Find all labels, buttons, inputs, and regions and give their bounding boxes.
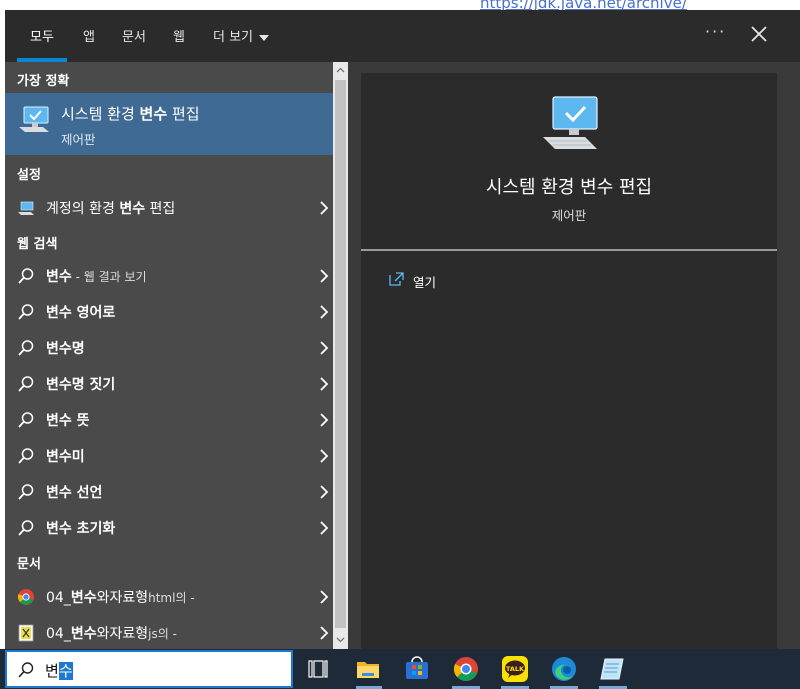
chevron-down-icon (259, 34, 270, 41)
notepad-icon[interactable] (597, 653, 629, 685)
search-query: 변수 (45, 662, 73, 680)
chevron-right-icon (320, 377, 329, 391)
web-result-item[interactable]: 변수 뜻 (5, 402, 333, 436)
web-result-label: 변수 영어로 (46, 305, 116, 321)
settings-item[interactable]: 계정의 환경 변수 편집 (5, 190, 333, 224)
web-result-item[interactable]: 변수 초기화 (5, 510, 333, 544)
monitor-icon (18, 201, 34, 215)
results-list: 가장 정확 시스템 환경 변수 편집 제어판 설정 계정의 환경 변수 편집 웹… (5, 62, 333, 649)
scroll-down-icon[interactable] (336, 635, 345, 644)
detail-divider (361, 249, 777, 251)
chevron-right-icon (320, 626, 329, 640)
web-result-label: 변수 뜻 (46, 413, 90, 429)
search-panel: 모두 앱 문서 웹 더 보기 ··· 가장 정확 시스템 환경 변수 편집 제어… (5, 10, 800, 649)
web-result-item[interactable]: 변수명 (5, 330, 333, 364)
search-input[interactable]: 변수 (5, 650, 293, 688)
document-result-label: 04_변수와자료형js의 - (46, 626, 177, 642)
file-explorer-icon[interactable] (352, 653, 384, 685)
monitor-icon (19, 106, 49, 132)
best-match-title: 시스템 환경 변수 편집 (61, 105, 200, 123)
taskbar: 변수 TALK (0, 649, 800, 689)
chevron-right-icon (320, 305, 329, 319)
web-result-item[interactable]: 변수 선언 (5, 474, 333, 508)
web-result-label: 변수명 짓기 (46, 377, 116, 393)
chevron-right-icon (320, 449, 329, 463)
open-icon (389, 272, 404, 286)
search-icon (18, 340, 34, 356)
chevron-right-icon (320, 590, 329, 604)
web-result-item[interactable]: 변수 - 웹 결과 보기 (5, 258, 333, 292)
chrome-icon (18, 589, 34, 605)
best-match-item[interactable]: 시스템 환경 변수 편집 제어판 (5, 93, 333, 155)
search-icon (18, 412, 34, 428)
chevron-right-icon (320, 521, 329, 535)
web-result-label: 변수 초기화 (46, 521, 116, 537)
web-result-item[interactable]: 변수명 짓기 (5, 366, 333, 400)
document-result-label: 04_변수와자료형html의 - (46, 590, 195, 606)
web-result-item[interactable]: 변수미 (5, 438, 333, 472)
open-action[interactable]: 열기 (383, 269, 583, 291)
web-result-item[interactable]: 변수 영어로 (5, 294, 333, 328)
chevron-right-icon (320, 269, 329, 283)
search-icon (18, 520, 34, 536)
chevron-right-icon (320, 485, 329, 499)
chevron-right-icon (320, 413, 329, 427)
tab-documents[interactable]: 문서 (122, 26, 146, 45)
scroll-up-icon[interactable] (336, 66, 345, 75)
detail-subtitle: 제어판 (551, 208, 587, 223)
web-result-label: 변수 - 웹 결과 보기 (46, 269, 147, 285)
best-match-subtitle: 제어판 (61, 132, 96, 147)
edge-icon[interactable] (548, 653, 580, 685)
detail-pane: 시스템 환경 변수 편집 제어판 열기 (361, 73, 777, 649)
web-result-label: 변수 선언 (46, 485, 103, 501)
microsoft-store-icon[interactable] (401, 653, 433, 685)
search-icon (18, 662, 34, 678)
js-file-icon (18, 624, 34, 642)
scrollbar-thumb[interactable] (335, 80, 346, 628)
search-icon (18, 484, 34, 500)
search-icon (18, 304, 34, 320)
search-icon (18, 376, 34, 392)
tab-more-label: 더 보기 (213, 30, 254, 45)
tab-all[interactable]: 모두 (30, 26, 54, 45)
section-best-match: 가장 정확 (17, 74, 70, 89)
search-icon (18, 268, 34, 284)
document-result-item[interactable]: 04_변수와자료형html의 - (5, 579, 333, 613)
chevron-right-icon (320, 201, 329, 215)
settings-item-label: 계정의 환경 변수 편집 (46, 201, 176, 217)
close-icon[interactable] (747, 20, 771, 48)
chrome-icon[interactable] (450, 653, 482, 685)
kakaotalk-icon[interactable]: TALK (499, 653, 531, 685)
web-result-label: 변수미 (46, 449, 85, 465)
web-result-label: 변수명 (46, 341, 85, 357)
chevron-right-icon (320, 341, 329, 355)
document-result-item[interactable]: 04_변수와자료형js의 - (5, 615, 333, 649)
results-scrollbar[interactable] (333, 62, 348, 649)
tab-web[interactable]: 웹 (173, 26, 185, 45)
section-settings: 설정 (17, 168, 41, 183)
section-web-search: 웹 검색 (17, 237, 58, 252)
search-icon (18, 448, 34, 464)
svg-text:TALK: TALK (506, 665, 525, 673)
detail-title: 시스템 환경 변수 편집 (485, 177, 653, 198)
tab-apps[interactable]: 앱 (83, 26, 95, 45)
monitor-icon (543, 96, 598, 149)
more-options-icon[interactable]: ··· (705, 22, 726, 41)
open-action-label: 열기 (413, 275, 437, 290)
section-documents: 문서 (17, 557, 41, 572)
tab-more[interactable]: 더 보기 (213, 26, 270, 45)
search-tabs-bar: 모두 앱 문서 웹 더 보기 ··· (5, 10, 800, 62)
task-view-icon[interactable] (301, 653, 333, 685)
